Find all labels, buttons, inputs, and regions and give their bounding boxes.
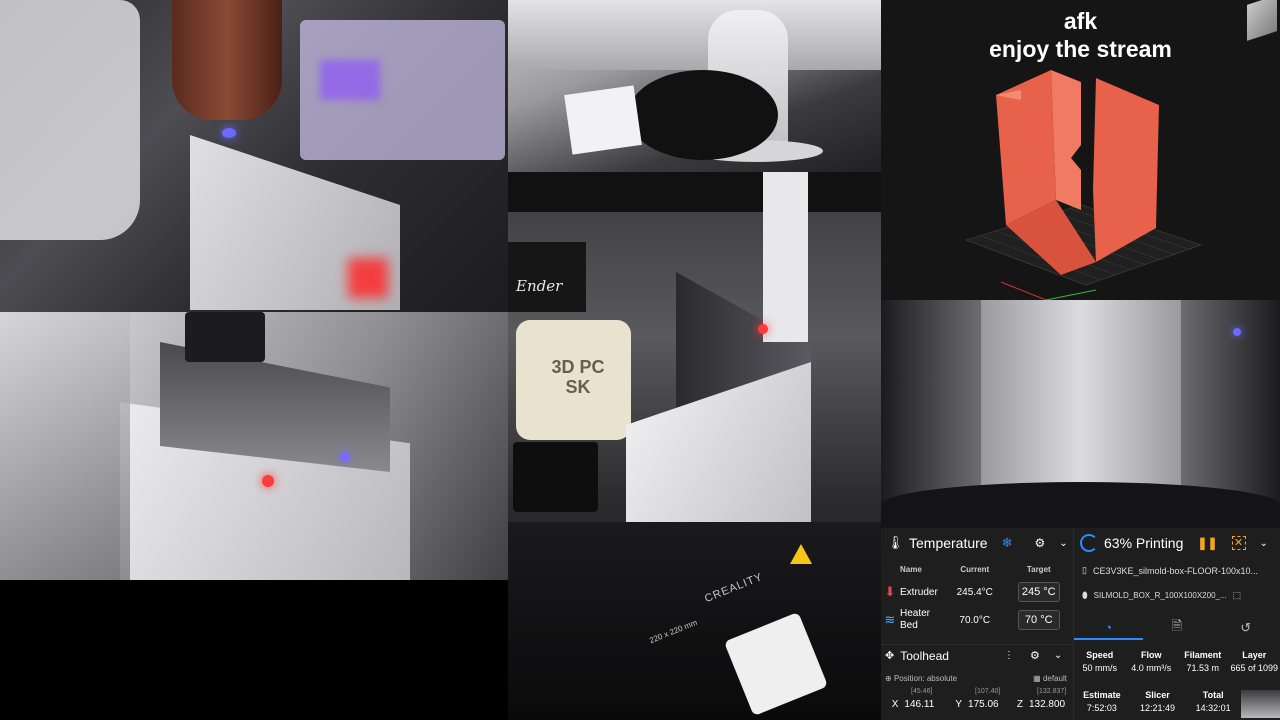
stat-filament: Filament 71.53 m	[1184, 650, 1222, 673]
printed-box-back	[981, 300, 1181, 500]
coord-x[interactable]: [45.46] X 146.11	[881, 688, 945, 718]
led-blue-2	[340, 452, 350, 462]
webcam-thumbnail[interactable]	[1241, 690, 1280, 718]
speedometer-icon: ◔	[1104, 619, 1113, 635]
overlay-afk-text: afk	[1063, 8, 1098, 34]
temperature-header: 🌡 Temperature ❄ ⚙ ⌄	[881, 528, 1073, 558]
heater-bed-name: Heater Bed	[900, 608, 931, 631]
grid-icon: ▦	[1033, 674, 1041, 683]
extruder-icon: ⬇	[884, 584, 896, 599]
led-red	[348, 258, 388, 298]
crosshair-icon: ⊕	[885, 674, 892, 683]
camera-feed-back	[881, 300, 1280, 528]
coord-z[interactable]: [132.837] Z 132.800	[1009, 688, 1073, 718]
enclosure-foil	[508, 0, 881, 70]
snowflake-icon[interactable]: ❄	[1002, 535, 1013, 551]
document-icon: 🗎	[1171, 618, 1183, 633]
profile-label[interactable]: ▦ default	[1033, 674, 1067, 683]
heater-bed-current: 70.0°C	[959, 614, 991, 626]
table-row: ⬇ Extruder 245.4°C 245 °C	[881, 578, 1073, 606]
extruder-name: Extruder	[900, 586, 938, 598]
axis-y	[1045, 289, 1097, 300]
stats-row-1: Speed 50 mm/s Flow 4.0 mm³/s Filament 71.53…	[1074, 650, 1280, 673]
axis-x	[1000, 281, 1047, 300]
temperature-title: Temperature	[909, 535, 988, 551]
gcode-file-name: CE3V3KE_silmold-box-FLOOR-100x10...	[1092, 565, 1259, 576]
printer-dashboard: 🌡 Temperature ❄ ⚙ ⌄ Name Current Target …	[881, 528, 1280, 720]
led-blue-3	[1233, 328, 1241, 336]
printer-brand-label: Ender	[516, 277, 563, 295]
progress-spinner-icon	[1080, 534, 1098, 552]
fan-shroud-text: 3D PC SK	[551, 357, 605, 397]
tab-history[interactable]: ↺	[1211, 616, 1280, 640]
toolhead-header: ✥ Toolhead ⋮ ⚙ ⌄	[881, 644, 1073, 666]
hotend-nozzle	[172, 0, 282, 120]
camera-feed-box-side	[0, 312, 508, 580]
overlay-stream-text: enjoy the stream	[989, 36, 1172, 62]
stat-flow: Flow 4.0 mm³/s	[1131, 650, 1172, 673]
bed-edge	[881, 482, 1280, 528]
camera-feed-main: Ender 3D PC SK CREALITY 220 x 220 mm	[508, 172, 881, 720]
camera-feed-figurine	[508, 0, 881, 172]
circuit-board	[513, 442, 598, 512]
status-tabs: ◔ 🗎 ↺	[1074, 616, 1280, 640]
heater-bed-target-input[interactable]: 70 °C	[1017, 610, 1060, 630]
toolhead-gear-icon[interactable]: ⚙	[1030, 649, 1040, 662]
file-line-2: ⬮ SILMOLD_BOX_R_100X100X200_... ⬚	[1082, 590, 1241, 601]
tab-files[interactable]: 🗎	[1143, 616, 1212, 640]
toolhead-chevron-icon[interactable]: ⌄	[1054, 650, 1062, 661]
object-icon: ⬮	[1082, 590, 1088, 600]
fan-housing	[0, 0, 140, 240]
toolhead-title: Toolhead	[900, 648, 949, 663]
led-red-2	[262, 475, 274, 487]
spool-disk	[628, 70, 778, 160]
table-row: ≋ Heater Bed 70.0°C 70 °C	[881, 606, 1073, 634]
nozzle-led-blue	[222, 128, 236, 138]
stat-speed: Speed 50 mm/s	[1082, 650, 1117, 673]
stat-estimate: Estimate 7:52:03	[1083, 690, 1121, 713]
thermometer-icon: 🌡	[887, 535, 904, 550]
stat-total: Total 14:32:01	[1195, 690, 1231, 713]
file-icon: ▯	[1082, 565, 1087, 575]
toolhead-top	[185, 312, 265, 362]
temperature-card: 🌡 Temperature ❄ ⚙ ⌄ Name Current Target …	[881, 528, 1074, 720]
foil-left	[0, 312, 130, 580]
extruder-target-input[interactable]: 245 °C	[1017, 582, 1060, 602]
move-icon: ✥	[885, 650, 895, 662]
status-card: 63% Printing ❚❚ ✕ ⌄ ▯ CE3V3KE_silmold-bo…	[1074, 528, 1280, 720]
object-name: SILMOLD_BOX_R_100X100X200_...	[1093, 591, 1227, 600]
frame-post	[763, 172, 808, 342]
status-header: 63% Printing ❚❚ ✕ ⌄	[1074, 528, 1280, 558]
position-mode: ⊕ Position: absolute	[885, 674, 958, 683]
paper-card	[564, 85, 642, 155]
extruder-current: 245.4°C	[956, 586, 993, 598]
tab-speed[interactable]: ◔	[1074, 616, 1143, 640]
stats-row-2: Estimate 7:52:03 Slicer 12:21:49 Total 14:3…	[1074, 690, 1280, 718]
gantry	[508, 172, 881, 212]
more-vertical-icon[interactable]: ⋮	[1004, 650, 1014, 661]
stat-layer: Layer 665 of 1099	[1230, 650, 1279, 673]
stat-slicer: Slicer 12:21:49	[1139, 690, 1176, 713]
heater-bed-icon: ≋	[884, 612, 896, 627]
toolhead-coordinates: [45.46] X 146.11 [107.40] Y 175.06 [132.83…	[881, 688, 1073, 718]
col-target: Target	[1026, 564, 1051, 574]
coord-y[interactable]: [107.40] Y 175.06	[945, 688, 1009, 718]
file-line-1: ▯ CE3V3KE_silmold-box-FLOOR-100x10...	[1082, 565, 1258, 576]
camera-feed-nozzle	[0, 0, 508, 312]
temperature-table: Name Current Target ⬇ Extruder 245.4°C 2…	[881, 560, 1073, 634]
led-red-3	[758, 324, 768, 334]
gear-icon[interactable]: ⚙	[1035, 536, 1046, 550]
led-purple	[320, 60, 380, 100]
chevron-down-icon[interactable]: ⌄	[1059, 538, 1067, 549]
col-current: Current	[960, 564, 990, 574]
col-name: Name	[900, 564, 922, 574]
pause-icon[interactable]: ❚❚	[1197, 536, 1217, 550]
cancel-icon[interactable]: ✕	[1231, 536, 1246, 550]
history-icon: ↺	[1240, 620, 1252, 635]
exclude-icon[interactable]: ⬚	[1233, 590, 1242, 601]
status-title: 63% Printing	[1104, 535, 1184, 551]
status-chevron-icon[interactable]: ⌄	[1260, 538, 1268, 549]
